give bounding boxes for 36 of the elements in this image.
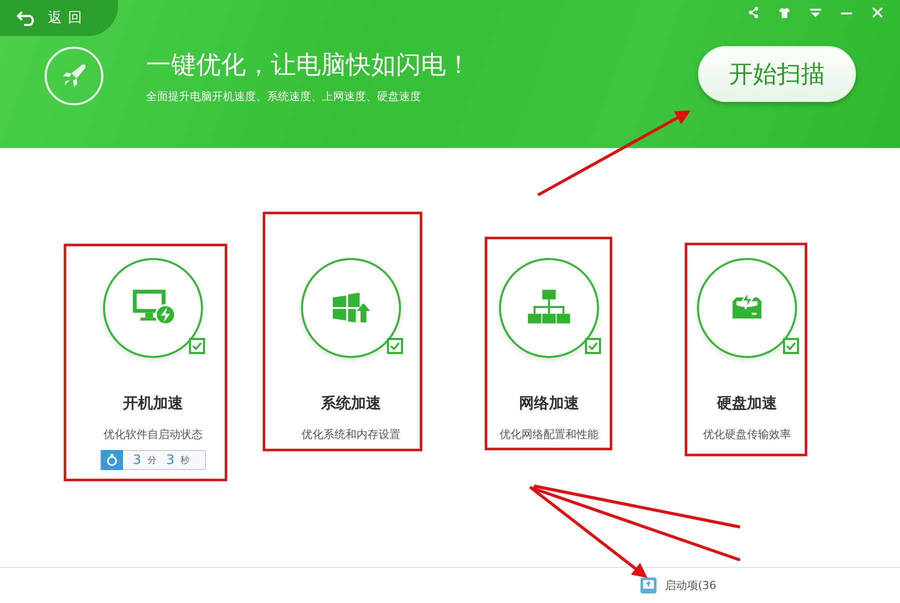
check-icon: [191, 340, 203, 352]
seconds-value: 3: [166, 452, 175, 468]
stopwatch-icon: [105, 453, 119, 467]
feature-title: 硬盘加速: [717, 394, 777, 413]
feature-description: 优化软件自启动状态: [104, 427, 202, 442]
checkbox[interactable]: [189, 338, 205, 354]
share-icon[interactable]: [747, 6, 760, 19]
back-button[interactable]: 返回: [0, 0, 118, 36]
close-icon[interactable]: [871, 6, 884, 19]
checkbox[interactable]: [387, 338, 403, 354]
feature-circle[interactable]: [499, 258, 599, 358]
seconds-unit: 秒: [180, 454, 190, 466]
start-scan-button[interactable]: 开始扫描: [698, 46, 856, 102]
feature-description: 优化网络配置和性能: [500, 427, 598, 442]
menu-icon[interactable]: [809, 6, 822, 19]
feature-title: 系统加速: [321, 394, 381, 413]
feature-circle[interactable]: [103, 258, 203, 358]
feature-circle[interactable]: [301, 258, 401, 358]
startup-items-link[interactable]: 启动项(36: [665, 578, 716, 593]
check-icon: [389, 340, 401, 352]
check-icon: [587, 340, 599, 352]
feature-description: 优化系统和内存设置: [302, 427, 400, 442]
checkbox[interactable]: [783, 338, 799, 354]
check-icon: [785, 340, 797, 352]
feature-description: 优化硬盘传输效率: [703, 427, 791, 442]
feature-title: 网络加速: [519, 394, 579, 413]
shirt-icon[interactable]: [778, 6, 791, 19]
startup-icon[interactable]: [640, 577, 657, 594]
banner-subtitle: 全面提升电脑开机速度、系统速度、上网速度、硬盘速度: [146, 89, 422, 104]
minutes-value: 3: [133, 452, 142, 468]
banner-title: 一键优化，让电脑快如闪电！: [146, 49, 472, 81]
feature-circle[interactable]: [697, 258, 797, 358]
feature-title: 开机加速: [123, 394, 183, 413]
rocket-icon: [44, 46, 104, 106]
checkbox[interactable]: [585, 338, 601, 354]
minutes-unit: 分: [147, 454, 156, 466]
